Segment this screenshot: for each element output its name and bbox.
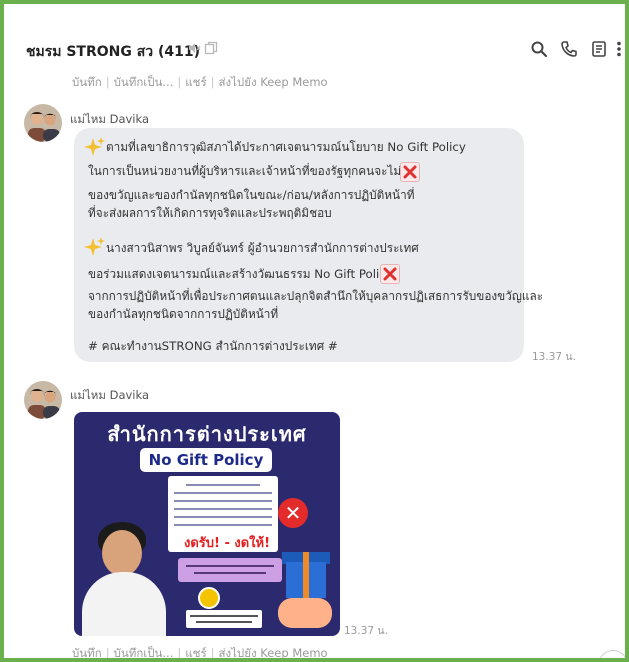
message-line: ในการเป็นหน่วยงานที่ผู้บริหารและเจ้าหน้า… xyxy=(88,164,415,178)
scroll-down-button[interactable] xyxy=(598,650,625,658)
message-line: ของขวัญและของกำนัลทุกชนิดในขณะ/ก่อน/หลัง… xyxy=(88,188,415,202)
message-line: # คณะทำงานSTRONG สำนักการต่างประเทศ # xyxy=(88,339,338,353)
message-line: นางสาวนิสาพร วิบูลย์จันทร์ ผู้อำนวยการสำ… xyxy=(106,241,419,255)
memo-save[interactable]: บันทึก xyxy=(72,75,102,89)
memo-bar-top: บันทึก | บันทึกเป็น... | แชร์ | ส่งไปยัง Keep … xyxy=(72,74,328,92)
avatar[interactable] xyxy=(24,104,62,142)
message-line: ที่จะส่งผลการให้เกิดการทุจริตและประพฤติม… xyxy=(88,206,332,220)
sender-name[interactable]: แม่ไหม Davika xyxy=(70,387,149,405)
poster-pill: No Gift Policy xyxy=(140,448,272,472)
memo-share[interactable]: แชร์ xyxy=(185,646,206,658)
memo-separator: | xyxy=(210,75,215,89)
chat-title[interactable]: ชมรม STRONG สว (411) xyxy=(26,41,200,63)
memo-bar-bottom: บันทึก | บันทึกเป็น... | แชร์ | ส่งไปยัง Keep … xyxy=(72,645,328,660)
phone-icon[interactable] xyxy=(560,40,578,58)
message-line: จากการปฏิบัติหน้าที่เพื่อประกาศตนและปลุก… xyxy=(88,289,544,303)
memo-separator: | xyxy=(210,646,215,660)
memo-keep[interactable]: ส่งไปยัง Keep Memo xyxy=(219,646,328,658)
chat-header: ชมรม STRONG สว (411) xyxy=(8,8,621,78)
avatar[interactable] xyxy=(24,381,62,419)
gift-ribbon xyxy=(303,552,309,598)
message-time: 13.37 น. xyxy=(344,625,388,637)
message-line: ของกำนัลทุกชนิดจากการปฏิบัติหน้าที่ xyxy=(88,307,279,321)
sparkle-icon xyxy=(84,137,105,156)
poster-person-body xyxy=(82,572,166,636)
message-time: 13.37 น. xyxy=(532,351,576,363)
volume-mute-icon[interactable] xyxy=(187,41,201,55)
poster-footer xyxy=(186,610,262,628)
memo-separator: | xyxy=(105,75,110,89)
memo-separator: | xyxy=(105,646,110,660)
memo-keep[interactable]: ส่งไปยัง Keep Memo xyxy=(219,75,328,89)
more-icon[interactable] xyxy=(614,40,624,58)
notes-icon[interactable] xyxy=(590,40,608,58)
poster-person-face xyxy=(102,530,142,576)
memo-save-as[interactable]: บันทึกเป็น... xyxy=(114,75,174,89)
memo-separator: | xyxy=(177,646,182,660)
poster-logo xyxy=(198,587,220,609)
poster-image[interactable]: สำนักการต่างประเทศ No Gift Policy งดรับ!… xyxy=(74,412,340,636)
cross-mark-icon xyxy=(400,162,420,182)
memo-separator: | xyxy=(177,75,182,89)
memo-share[interactable]: แชร์ xyxy=(185,75,206,89)
poster-title: สำนักการต่างประเทศ xyxy=(107,422,307,446)
cross-mark-icon xyxy=(380,264,400,284)
memo-save-as[interactable]: บันทึกเป็น... xyxy=(114,646,174,658)
memo-save[interactable]: บันทึก xyxy=(72,646,102,658)
message-line: ขอร่วมแสดงเจตนารมณ์และสร้างวัฒนธรรม No G… xyxy=(88,267,393,281)
hand-illustration xyxy=(278,598,332,628)
copy-icon[interactable] xyxy=(204,41,218,55)
sparkle-icon xyxy=(84,237,105,256)
sender-name[interactable]: แม่ไหม Davika xyxy=(70,111,149,129)
poster-cross-icon: ✕ xyxy=(278,498,308,528)
poster-name-banner xyxy=(178,558,282,582)
poster-slogan: งดรับ! - งดให้! xyxy=(183,536,271,551)
message-line: ตามที่เลขาธิการวุฒิสภาได้ประกาศเจตนารมณ์… xyxy=(106,140,466,154)
message-bubble[interactable]: ตามที่เลขาธิการวุฒิสภาได้ประกาศเจตนารมณ์… xyxy=(74,128,543,362)
search-icon[interactable] xyxy=(530,40,548,58)
chat-window: ชมรม STRONG สว (411) บันทึก | บันทึกเป็น..… xyxy=(0,0,629,662)
